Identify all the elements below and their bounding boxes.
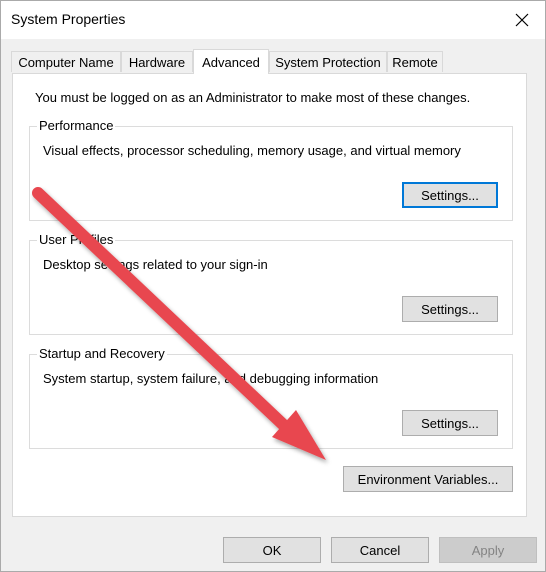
tab-remote[interactable]: Remote bbox=[387, 51, 443, 72]
button-label: Settings... bbox=[421, 301, 479, 317]
button-label: Settings... bbox=[421, 187, 479, 203]
startup-recovery-group: Startup and Recovery System startup, sys… bbox=[29, 346, 513, 449]
tab-label: Advanced bbox=[202, 54, 260, 70]
button-label: Settings... bbox=[421, 415, 479, 431]
environment-variables-button[interactable]: Environment Variables... bbox=[343, 466, 513, 492]
user-profiles-settings-button[interactable]: Settings... bbox=[402, 296, 498, 322]
startup-recovery-title: Startup and Recovery bbox=[37, 346, 167, 361]
user-profiles-title: User Profiles bbox=[37, 232, 116, 247]
performance-title: Performance bbox=[37, 118, 116, 133]
tab-label: System Protection bbox=[275, 54, 381, 70]
performance-settings-button[interactable]: Settings... bbox=[402, 182, 498, 208]
performance-group: Performance Visual effects, processor sc… bbox=[29, 118, 513, 221]
close-icon bbox=[515, 13, 529, 27]
tab-label: Remote bbox=[392, 54, 438, 70]
button-label: Cancel bbox=[359, 542, 401, 558]
apply-button[interactable]: Apply bbox=[439, 537, 537, 563]
user-profiles-description: Desktop settings related to your sign-in bbox=[43, 257, 268, 272]
cancel-button[interactable]: Cancel bbox=[331, 537, 429, 563]
tab-advanced[interactable]: Advanced bbox=[193, 49, 269, 74]
tab-hardware[interactable]: Hardware bbox=[121, 51, 193, 72]
close-button[interactable] bbox=[499, 1, 545, 39]
advanced-tab-panel: You must be logged on as an Administrato… bbox=[12, 73, 527, 517]
system-properties-window: System Properties Computer Name Hardware… bbox=[0, 0, 546, 572]
tab-system-protection[interactable]: System Protection bbox=[269, 51, 387, 72]
window-title: System Properties bbox=[11, 11, 126, 27]
startup-recovery-description: System startup, system failure, and debu… bbox=[43, 371, 379, 386]
user-profiles-group: User Profiles Desktop settings related t… bbox=[29, 232, 513, 335]
tab-label: Hardware bbox=[128, 54, 186, 70]
performance-description: Visual effects, processor scheduling, me… bbox=[43, 143, 461, 158]
button-label: Apply bbox=[471, 542, 505, 558]
ok-button[interactable]: OK bbox=[223, 537, 321, 563]
title-bar: System Properties bbox=[1, 1, 545, 39]
button-label: Environment Variables... bbox=[357, 471, 499, 487]
admin-notice: You must be logged on as an Administrato… bbox=[35, 90, 471, 105]
button-label: OK bbox=[262, 542, 282, 558]
tab-computer-name[interactable]: Computer Name bbox=[11, 51, 121, 72]
tab-label: Computer Name bbox=[18, 54, 114, 70]
startup-recovery-settings-button[interactable]: Settings... bbox=[402, 410, 498, 436]
